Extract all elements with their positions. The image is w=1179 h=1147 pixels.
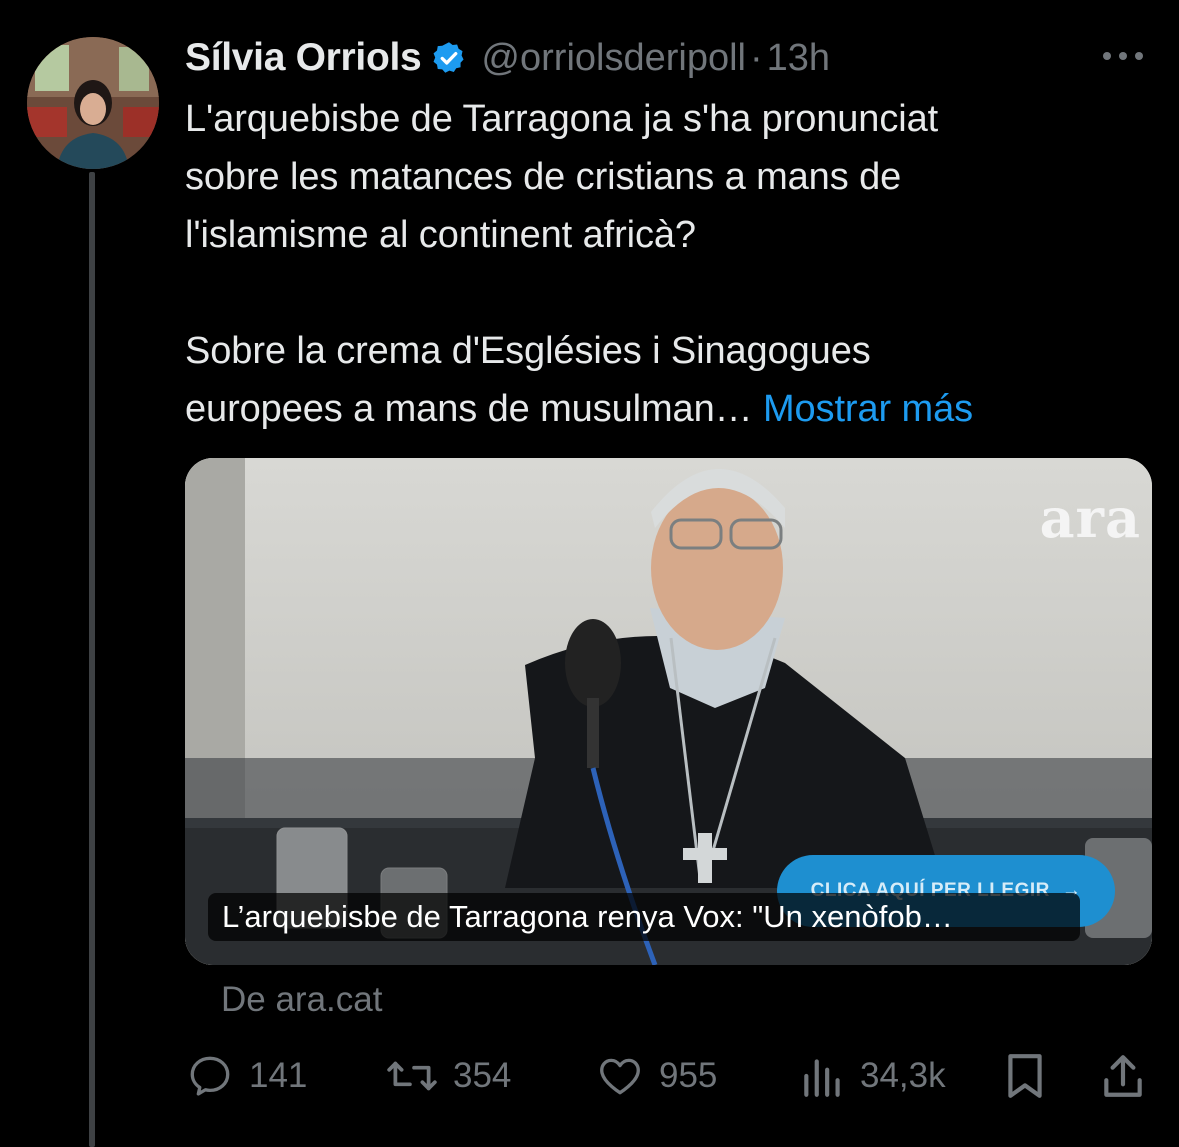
tweet: Sílvia Orriols @orriolsderipoll · 13h L'… bbox=[0, 0, 1179, 1147]
heart-icon bbox=[600, 1058, 640, 1095]
thread-line bbox=[89, 172, 95, 1147]
bookmark-icon bbox=[1008, 1054, 1042, 1098]
like-count: 955 bbox=[659, 1056, 718, 1095]
timestamp[interactable]: 13h bbox=[767, 37, 830, 80]
views-button[interactable]: 34,3k bbox=[800, 1048, 946, 1104]
ara-logo: ara bbox=[1039, 486, 1141, 550]
like-button[interactable]: 955 bbox=[595, 1048, 717, 1104]
repost-count: 354 bbox=[453, 1056, 512, 1095]
bookmark-button[interactable] bbox=[1003, 1048, 1047, 1104]
action-bar: 141 354 955 34,3k bbox=[185, 1048, 1150, 1104]
share-icon bbox=[1104, 1055, 1142, 1097]
text-line: Sobre la crema d'Esglésies i Sinagogues bbox=[185, 330, 871, 372]
repost-button[interactable]: 354 bbox=[385, 1048, 511, 1104]
text-line: l'islamisme al continent africà? bbox=[185, 214, 696, 256]
avatar[interactable] bbox=[27, 37, 159, 169]
share-button[interactable] bbox=[1100, 1048, 1146, 1104]
tweet-text: L'arquebisbe de Tarragona ja s'ha pronun… bbox=[185, 90, 1145, 438]
repost-icon bbox=[387, 1061, 437, 1091]
reply-icon bbox=[190, 1056, 230, 1096]
author-handle[interactable]: @orriolsderipoll bbox=[481, 37, 746, 80]
text-line: europees a mans de musulman… bbox=[185, 388, 753, 430]
card-caption: L’arquebisbe de Tarragona renya Vox: "Un… bbox=[208, 893, 1080, 941]
views-icon bbox=[804, 1059, 840, 1097]
separator-dot: · bbox=[749, 36, 763, 79]
show-more-link[interactable]: Mostrar más bbox=[763, 388, 973, 430]
tweet-header: Sílvia Orriols @orriolsderipoll · 13h bbox=[185, 30, 830, 86]
text-line: sobre les matances de cristians a mans d… bbox=[185, 156, 902, 198]
link-source[interactable]: De ara.cat bbox=[221, 980, 382, 1020]
reply-count: 141 bbox=[249, 1056, 308, 1095]
text-line: L'arquebisbe de Tarragona ja s'ha pronun… bbox=[185, 98, 939, 140]
verified-badge-icon bbox=[431, 40, 467, 76]
author-name[interactable]: Sílvia Orriols bbox=[185, 36, 422, 80]
reply-button[interactable]: 141 bbox=[185, 1048, 307, 1104]
text-line-with-link: europees a mans de musulman… Mostrar más bbox=[185, 380, 1145, 438]
more-options-icon[interactable] bbox=[1099, 36, 1147, 76]
views-count: 34,3k bbox=[860, 1056, 946, 1095]
